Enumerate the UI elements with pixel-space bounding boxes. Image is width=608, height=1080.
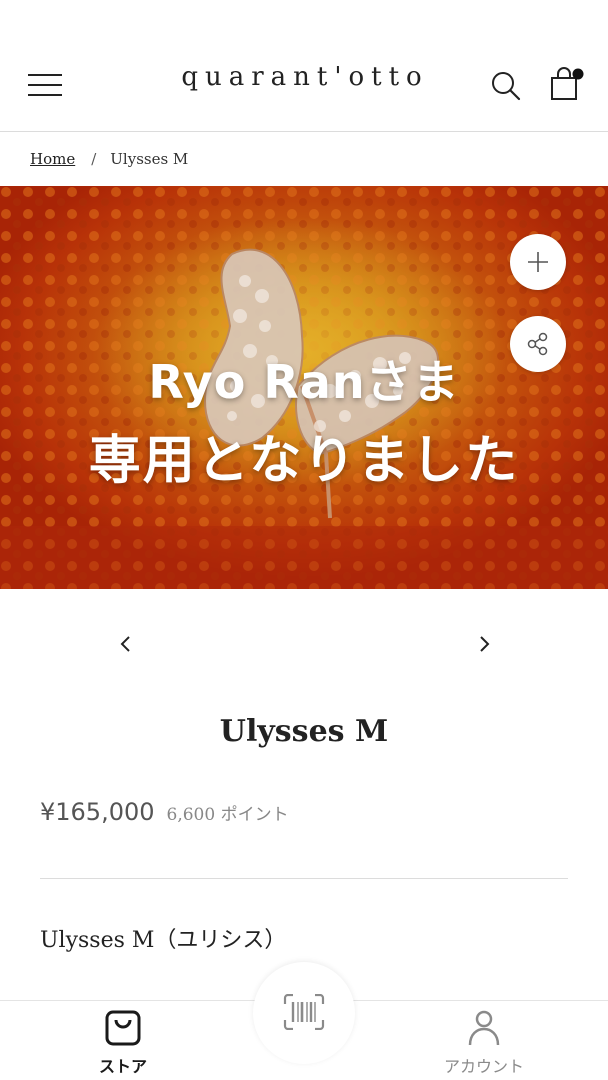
barcode-icon [283,994,325,1030]
search-icon[interactable] [490,70,522,102]
price-row: ¥165,000 6,600 ポイント [40,798,289,826]
cart-button[interactable] [548,66,584,102]
user-icon [468,1010,500,1046]
zoom-button[interactable] [510,234,566,290]
carousel-controls [0,630,608,660]
product-price: ¥165,000 [40,798,155,826]
breadcrumb-current: Ulysses M [110,150,189,168]
barcode-scan-button[interactable] [253,962,355,1064]
breadcrumb-separator: / [91,150,97,168]
nav-store-tab[interactable]: ストア [63,1007,183,1079]
shopping-bag-icon [105,1010,141,1046]
product-image-carousel[interactable]: Ryo Ranさま 専用となりました [0,186,608,589]
reserved-overlay-line2: 専用となりました [88,431,520,491]
chevron-left-icon [120,636,130,652]
share-icon [527,332,548,356]
nav-store-label: ストア [98,1057,147,1076]
hamburger-menu-icon[interactable] [28,72,62,98]
share-button[interactable] [510,316,566,372]
cart-badge-dot [572,68,584,80]
nav-account-label: アカウント [443,1057,524,1076]
chevron-right-icon [480,636,490,652]
breadcrumb-home-link[interactable]: Home [30,150,75,168]
app-header: quarant'otto [0,0,608,132]
shopping-bag-icon [551,67,584,100]
section-divider [40,878,568,879]
product-description: Ulysses M（ユリシス） [40,928,287,953]
carousel-next-button[interactable] [472,632,496,656]
nav-account-tab[interactable]: アカウント [424,1007,544,1079]
brand-logo[interactable]: quarant'otto [160,62,450,92]
breadcrumb: Home / Ulysses M [30,150,188,168]
product-title: Ulysses M [219,714,389,749]
carousel-prev-button[interactable] [114,632,138,656]
reward-points: 6,600 ポイント [166,805,289,825]
plus-icon [528,252,548,272]
